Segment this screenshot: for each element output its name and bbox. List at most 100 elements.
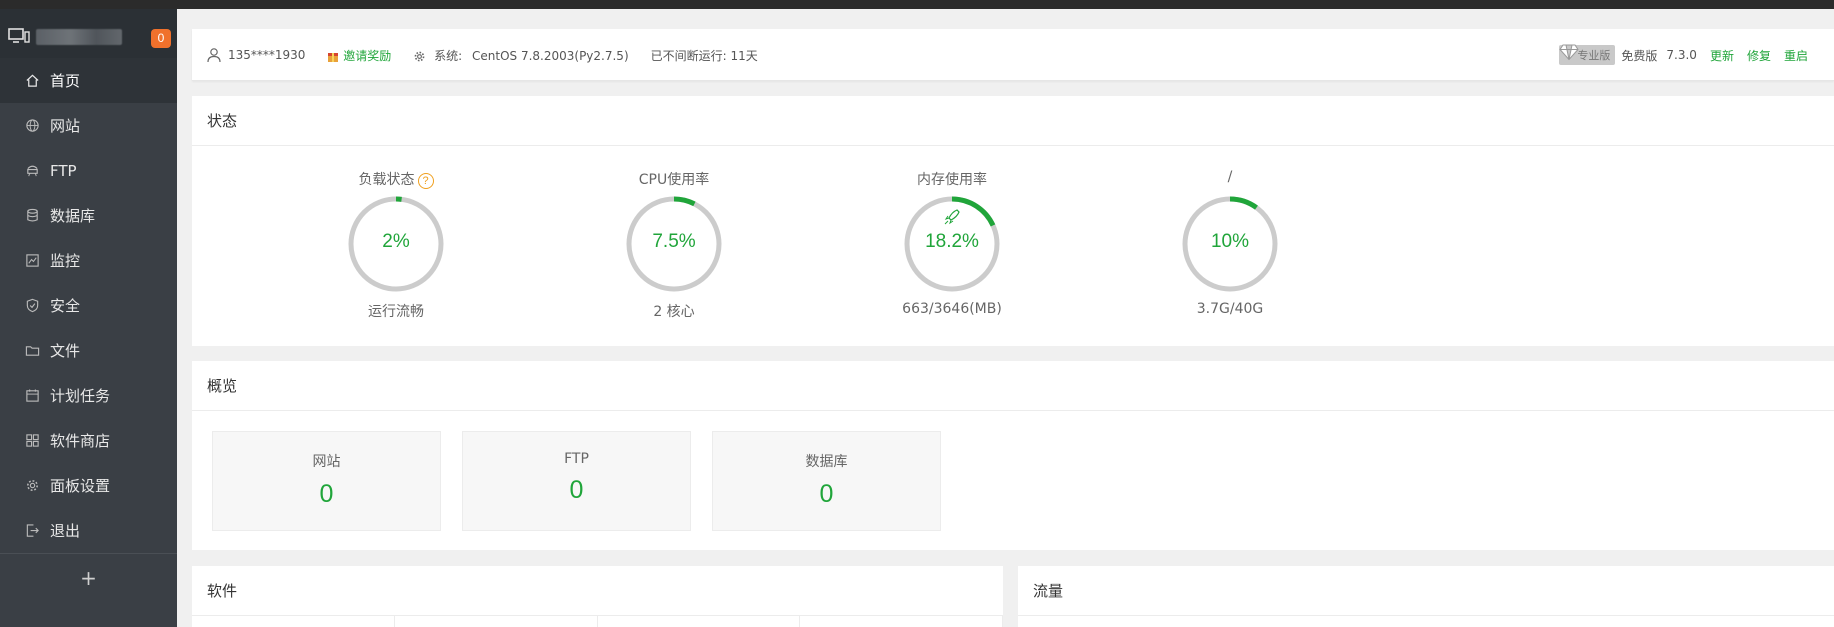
invite-label: 邀请奖励 xyxy=(343,48,392,63)
sidebar-item-website[interactable]: 网站 xyxy=(0,103,177,148)
gauge-value: 7.5% xyxy=(652,231,696,252)
system-info: 系统: CentOS 7.8.2003(Py2.7.5) xyxy=(413,47,629,64)
sidebar-item-label: 数据库 xyxy=(50,207,96,225)
sidebar-item-label: 文件 xyxy=(50,342,81,360)
help-icon[interactable]: ? xyxy=(417,173,434,189)
sidebar-item-logout[interactable]: 退出 xyxy=(0,508,177,553)
gauge-value: 10% xyxy=(1210,231,1250,252)
gauge-subtitle: 663/3646(MB) xyxy=(902,301,1002,317)
computer-icon xyxy=(8,28,30,43)
sidebar-item-app-store[interactable]: 软件商店 xyxy=(0,418,177,463)
software-slot[interactable] xyxy=(192,616,395,627)
gauge-ring: 7.5% xyxy=(623,193,725,295)
cpu-gauge[interactable]: CPU使用率 7.5% 2 核心 xyxy=(594,146,754,321)
pro-edition-tag[interactable]: 专业版 xyxy=(1559,44,1616,65)
gauge-title: CPU使用率 xyxy=(638,172,710,188)
card-count[interactable]: 0 xyxy=(213,480,440,509)
gear-icon xyxy=(24,478,40,494)
sidebar-item-label: 退出 xyxy=(50,522,81,540)
system-value: CentOS 7.8.2003(Py2.7.5) xyxy=(472,48,629,63)
overview-card-website[interactable]: 网站 0 xyxy=(212,431,441,531)
version-label: 7.3.0 xyxy=(1666,48,1697,62)
invite-reward-link[interactable]: 邀请奖励 xyxy=(327,47,391,64)
repair-link[interactable]: 修复 xyxy=(1747,47,1771,64)
pro-tag-label: 专业版 xyxy=(1577,49,1611,62)
panel-title: 软件 xyxy=(192,566,1003,616)
gauge-title: / xyxy=(1227,169,1233,185)
gauge-title: 负载状态? xyxy=(316,169,476,189)
sidebar-item-label: 网站 xyxy=(50,117,81,135)
notification-badge[interactable]: 0 xyxy=(151,29,171,48)
update-link[interactable]: 更新 xyxy=(1710,47,1734,64)
rocket-icon[interactable] xyxy=(944,209,960,225)
logout-icon xyxy=(24,523,40,539)
sidebar-item-settings[interactable]: 面板设置 xyxy=(0,463,177,508)
database-icon xyxy=(24,208,40,224)
card-count[interactable]: 0 xyxy=(713,480,940,509)
panel-title: 概览 xyxy=(192,361,1834,411)
panel-title: 流量 xyxy=(1018,566,1834,616)
load-gauge[interactable]: 负载状态? 2% 运行流畅 xyxy=(316,146,476,321)
shield-icon xyxy=(24,298,40,314)
overview-card-database[interactable]: 数据库 0 xyxy=(712,431,941,531)
sidebar-item-home[interactable]: 首页 xyxy=(0,58,177,103)
user-icon xyxy=(207,48,221,63)
traffic-panel: 流量 xyxy=(1018,566,1834,627)
disk-gauge[interactable]: / 10% 3.7G/40G xyxy=(1150,146,1310,317)
status-panel: 状态 负载状态? 2% 运行流畅 CPU使用率 7.5% 2 核心 内存使用率 … xyxy=(192,96,1834,346)
gift-icon xyxy=(328,53,339,62)
card-label: FTP xyxy=(564,451,589,467)
gauge-value: 18.2% xyxy=(925,231,979,252)
gauge-title: 内存使用率 xyxy=(917,172,987,188)
diamond-icon xyxy=(1559,44,1580,61)
folder-icon xyxy=(24,343,40,359)
gauge-ring: 18.2% xyxy=(901,193,1003,295)
gauge-subtitle: 3.7G/40G xyxy=(1196,301,1264,317)
add-button[interactable]: + xyxy=(0,553,177,601)
sidebar-item-label: 首页 xyxy=(50,72,81,90)
gauge-subtitle: 2 核心 xyxy=(653,304,695,320)
monitor-icon xyxy=(24,253,40,269)
globe-icon xyxy=(24,118,40,134)
sidebar-menu: 首页 网站 FTP 数据库 监控 安全 文件 计划任务 软件商店 面板设置 退出 xyxy=(0,58,177,553)
sidebar-item-label: FTP xyxy=(50,161,77,180)
browser-toolbar-strip xyxy=(0,0,1834,9)
card-label: 数据库 xyxy=(805,454,848,470)
sidebar-item-label: 计划任务 xyxy=(50,387,111,405)
sidebar-item-cron[interactable]: 计划任务 xyxy=(0,373,177,418)
sidebar-item-label: 监控 xyxy=(50,252,81,270)
card-count[interactable]: 0 xyxy=(463,476,690,505)
calendar-icon xyxy=(24,388,40,404)
sidebar-item-security[interactable]: 安全 xyxy=(0,283,177,328)
sidebar-item-database[interactable]: 数据库 xyxy=(0,193,177,238)
software-slot[interactable] xyxy=(800,616,1003,627)
software-slot[interactable] xyxy=(395,616,598,627)
overview-card-ftp[interactable]: FTP 0 xyxy=(462,431,691,531)
sidebar: 0 首页 网站 FTP 数据库 监控 安全 文件 计划任务 软件商店 面板设置 … xyxy=(0,9,177,627)
gauge-ring: 2% xyxy=(345,193,447,295)
ftp-icon xyxy=(24,163,40,179)
memory-gauge[interactable]: 内存使用率 18.2% 663/3646(MB) xyxy=(872,146,1032,317)
gear-icon xyxy=(414,51,425,61)
restart-link[interactable]: 重启 xyxy=(1784,47,1808,64)
gauge-ring: 10% xyxy=(1179,193,1281,295)
sidebar-item-label: 面板设置 xyxy=(50,477,111,495)
username[interactable]: 135****1930 xyxy=(228,48,305,62)
sidebar-item-ftp[interactable]: FTP xyxy=(0,148,177,193)
home-icon xyxy=(24,73,40,89)
card-label: 网站 xyxy=(312,454,341,470)
system-label: 系统: xyxy=(434,48,463,63)
sidebar-item-monitor[interactable]: 监控 xyxy=(0,238,177,283)
header-bar: 135****1930 邀请奖励 系统: CentOS 7.8.2003(Py2… xyxy=(192,29,1834,81)
sidebar-item-label: 软件商店 xyxy=(50,432,111,450)
edition-label: 免费版 xyxy=(1621,48,1658,63)
software-slot[interactable] xyxy=(598,616,801,627)
panel-title: 状态 xyxy=(192,96,1834,146)
gauge-title-text: 负载状态 xyxy=(358,172,415,188)
software-grid xyxy=(192,616,1003,627)
server-hostname-redacted xyxy=(36,29,122,45)
overview-panel: 概览 网站 0 FTP 0 数据库 0 xyxy=(192,361,1834,550)
software-panel: 软件 xyxy=(192,566,1003,627)
grid-icon xyxy=(24,433,40,449)
sidebar-item-files[interactable]: 文件 xyxy=(0,328,177,373)
